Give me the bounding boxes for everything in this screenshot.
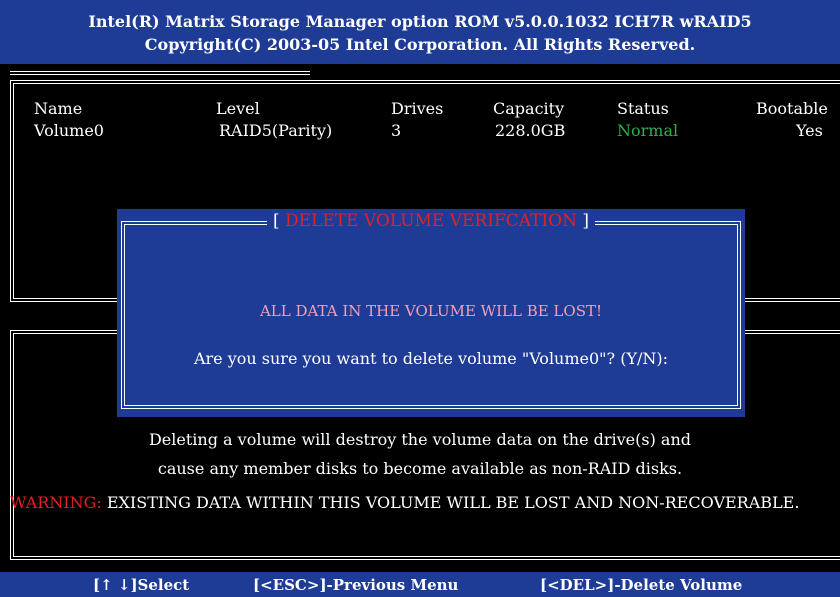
esc-hint: [<ESC>]-Previous Menu: [253, 576, 459, 594]
dialog-title: [ DELETE VOLUME VERIFCATION ]: [266, 209, 596, 233]
cell-volume-capacity: 228.0GB: [495, 121, 566, 140]
info-line-1: Deleting a volume will destroy the volum…: [148, 430, 692, 449]
dialog-title-text: DELETE VOLUME VERIFCATION: [285, 211, 577, 231]
confirm-delete-prompt[interactable]: Are you sure you want to delete volume "…: [117, 349, 745, 368]
cell-volume-bootable: Yes: [796, 121, 823, 140]
title-bracket-close: ]: [576, 211, 590, 231]
cell-volume-status: Normal: [617, 121, 679, 140]
col-header-level: Level: [216, 99, 260, 118]
warning-message: EXISTING DATA WITHIN THIS VOLUME WILL BE…: [101, 493, 800, 512]
delete-volume-dialog: [ DELETE VOLUME VERIFCATION ] ALL DATA I…: [117, 209, 745, 417]
nonrecoverable-warning: WARNING: EXISTING DATA WITHIN THIS VOLUM…: [10, 493, 799, 512]
del-hint: [<DEL>]-Delete Volume: [540, 576, 743, 594]
title-bracket-open: [: [272, 211, 286, 231]
header-bar: Intel(R) Matrix Storage Manager option R…: [0, 0, 840, 64]
footer-bar: [↑ ↓]Select [<ESC>]-Previous Menu [<DEL>…: [0, 572, 840, 597]
col-header-capacity: Capacity: [493, 99, 565, 118]
top-divider-left: [10, 71, 310, 75]
dialog-title-wrap: [ DELETE VOLUME VERIFCATION ]: [117, 209, 745, 233]
col-header-name: Name: [34, 99, 83, 118]
cell-volume-drives: 3: [391, 121, 402, 140]
col-header-bootable: Bootable: [756, 99, 828, 118]
col-header-status: Status: [617, 99, 669, 118]
warning-label: WARNING:: [10, 493, 102, 512]
rom-title: Intel(R) Matrix Storage Manager option R…: [88, 12, 752, 31]
cell-volume-name[interactable]: Volume0: [34, 121, 104, 140]
copyright-line: Copyright(C) 2003-05 Intel Corporation. …: [144, 35, 696, 54]
col-header-drives: Drives: [391, 99, 444, 118]
cell-volume-level: RAID5(Parity): [219, 121, 333, 140]
info-line-2: cause any member disks to become availab…: [157, 459, 683, 478]
data-loss-warning: ALL DATA IN THE VOLUME WILL BE LOST!: [259, 302, 603, 320]
select-hint: [↑ ↓]Select: [93, 576, 190, 594]
